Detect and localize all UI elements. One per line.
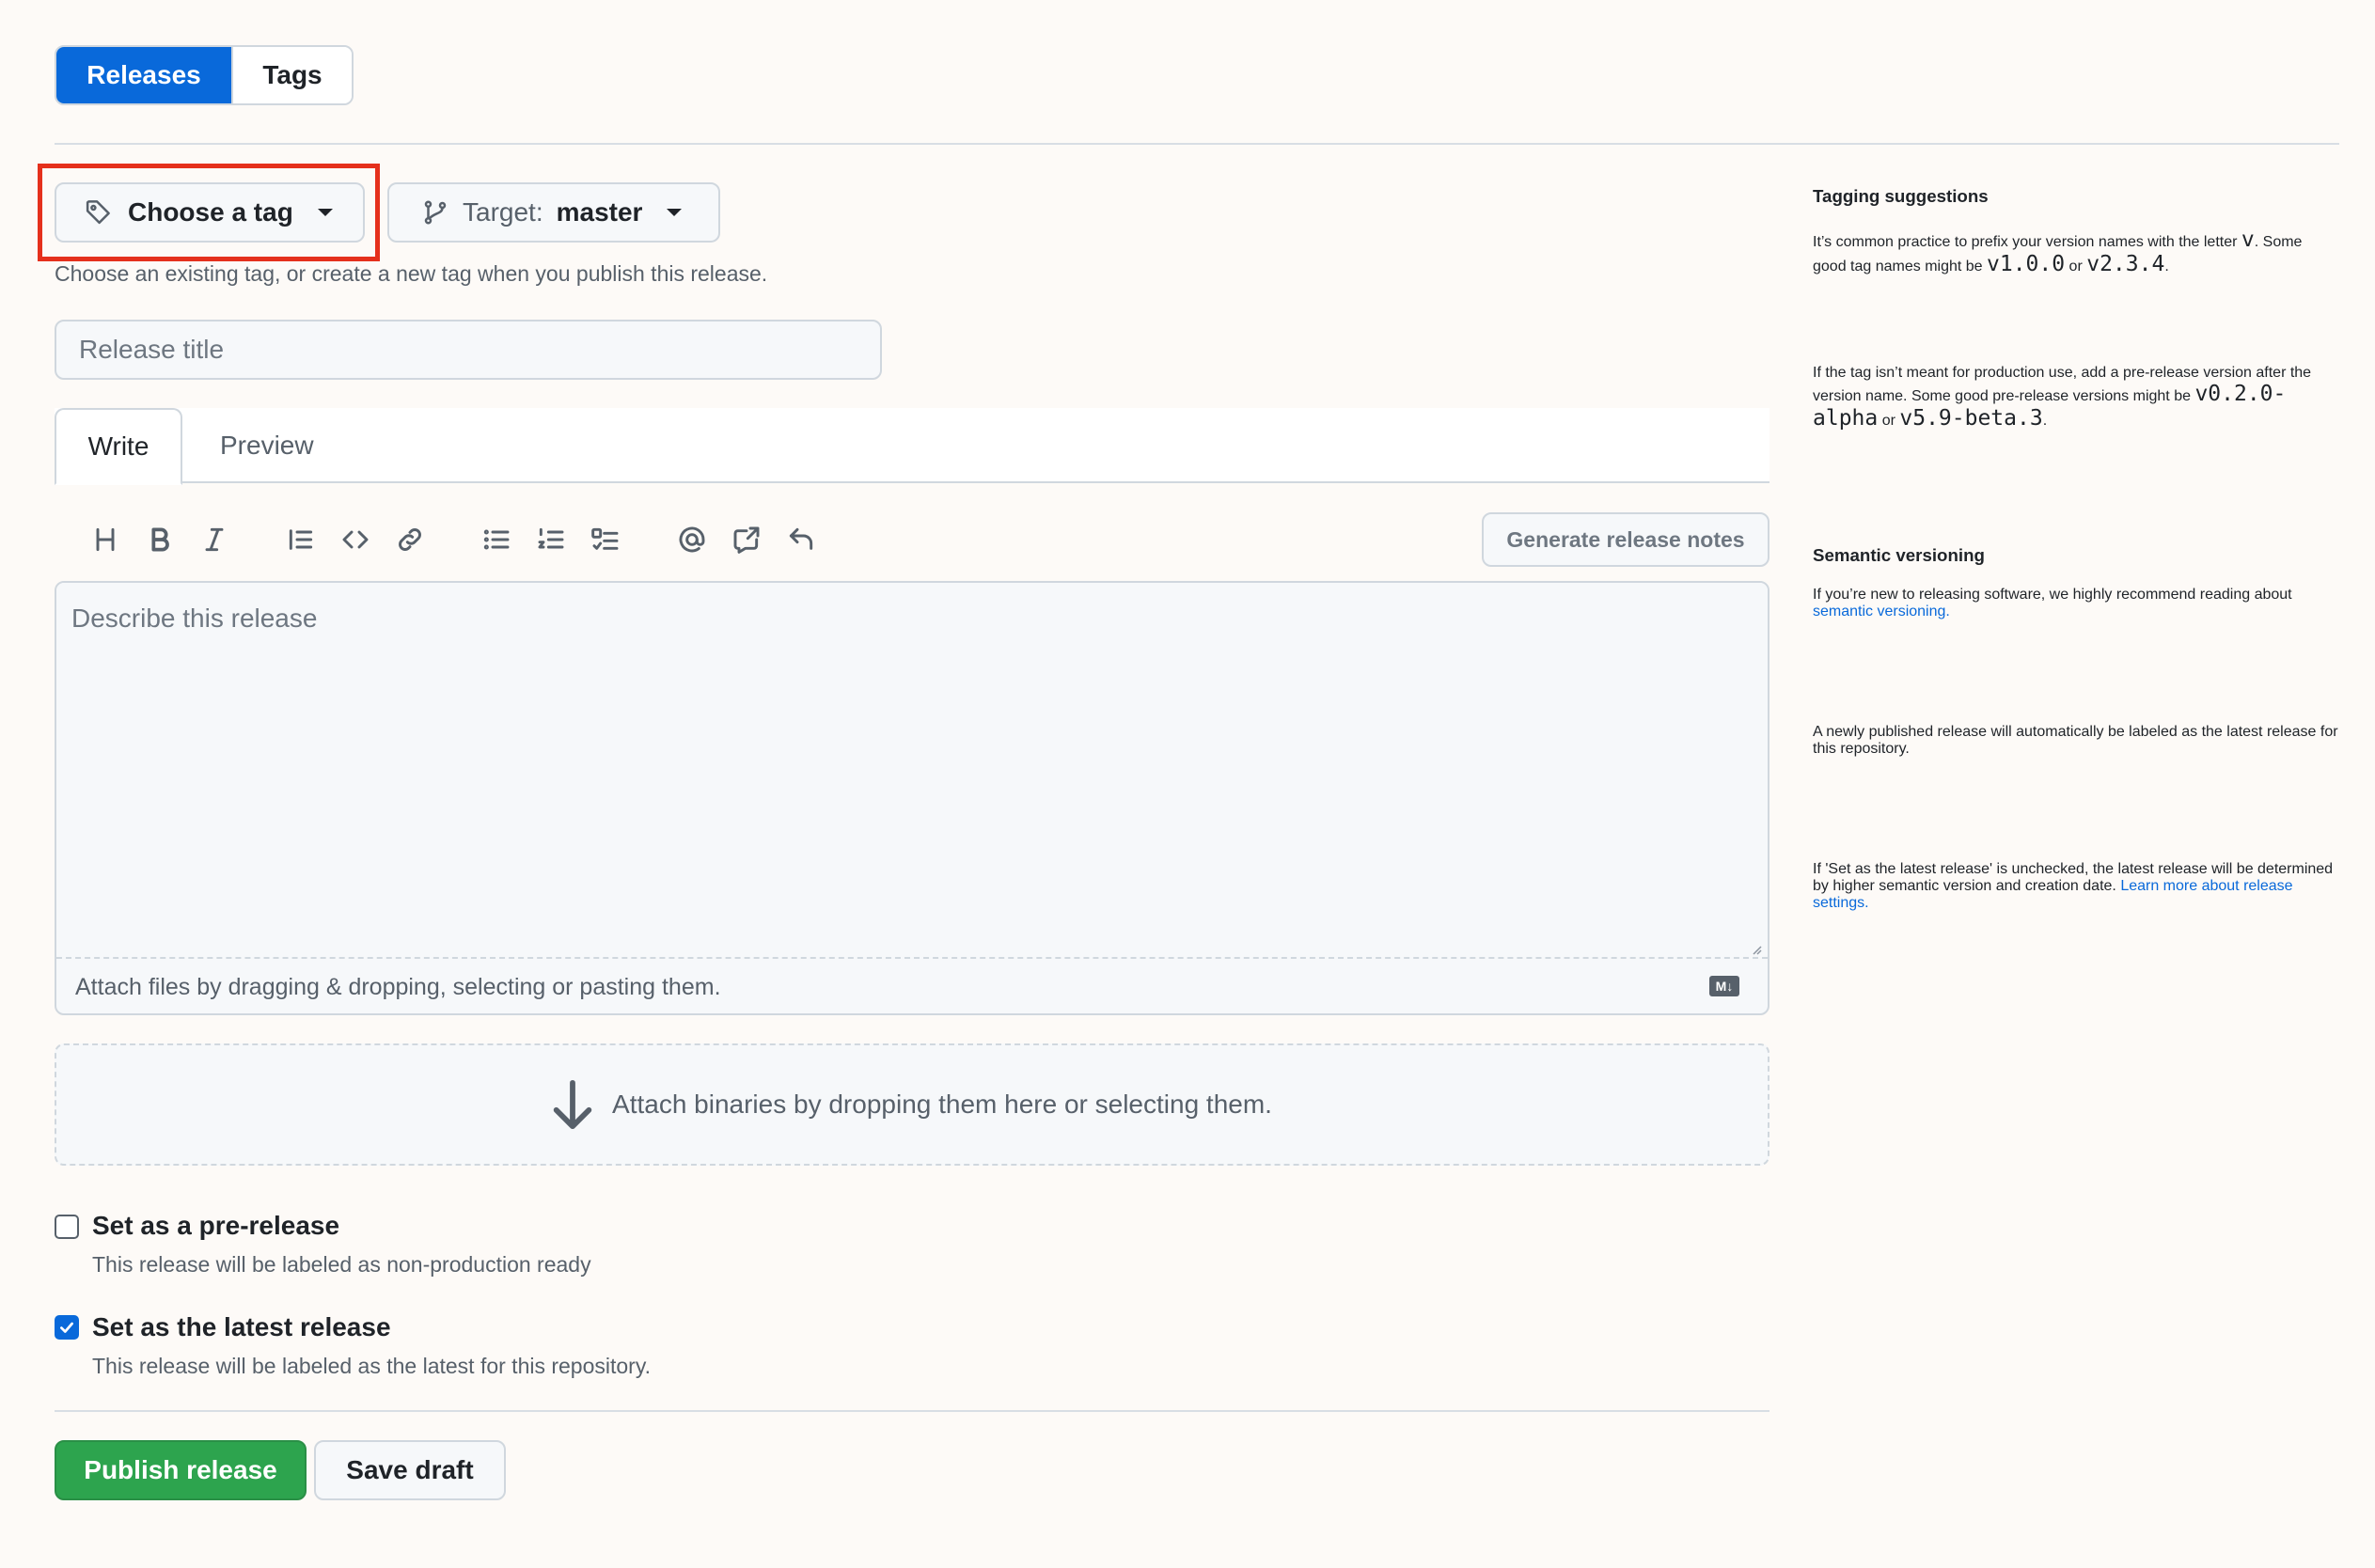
text: or: [1878, 413, 1900, 429]
latest-release-label[interactable]: Set as the latest release: [92, 1312, 391, 1342]
binaries-hint: Attach binaries by dropping them here or…: [612, 1090, 1272, 1119]
text: It’s common practice to prefix your vers…: [1813, 234, 2241, 250]
code-icon[interactable]: [331, 515, 380, 564]
binaries-dropzone[interactable]: Attach binaries by dropping them here or…: [55, 1043, 1769, 1166]
target-prefix: Target:: [463, 197, 543, 227]
generate-release-notes-button[interactable]: Generate release notes: [1482, 512, 1769, 567]
tagging-paragraph-1: It’s common practice to prefix your vers…: [1813, 227, 2339, 276]
reply-icon[interactable]: [777, 515, 826, 564]
checkmark-icon: [60, 1322, 73, 1333]
arrow-down-icon: [553, 1079, 592, 1130]
target-branch-button[interactable]: Target: master: [387, 182, 720, 243]
release-title-input[interactable]: [55, 320, 882, 380]
numbered-list-icon[interactable]: [527, 515, 575, 564]
branch-icon: [424, 200, 447, 225]
code-example: v2.3.4: [2086, 252, 2165, 276]
latest-release-description: This release will be labeled as the late…: [92, 1354, 652, 1378]
resize-handle-icon[interactable]: [1751, 944, 1762, 955]
code-example: v1.0.0: [1987, 252, 2066, 276]
heading-icon[interactable]: [81, 515, 130, 564]
italic-icon[interactable]: [190, 515, 239, 564]
tab-tags[interactable]: Tags: [231, 47, 352, 103]
annotation-highlight-box: [38, 164, 380, 261]
save-draft-button[interactable]: Save draft: [314, 1440, 506, 1500]
tab-write[interactable]: Write: [55, 408, 182, 485]
tag-hint: Choose an existing tag, or create a new …: [55, 261, 768, 286]
quote-icon[interactable]: [276, 515, 325, 564]
prerelease-label[interactable]: Set as a pre-release: [92, 1211, 339, 1241]
header-divider: [55, 143, 2339, 145]
attach-files-hint: Attach files by dragging & dropping, sel…: [75, 973, 721, 1000]
text: .: [2164, 259, 2169, 274]
release-description-editor: Attach files by dragging & dropping, sel…: [55, 581, 1769, 1015]
bold-icon[interactable]: [135, 515, 184, 564]
tagging-suggestions-title: Tagging suggestions: [1813, 186, 1989, 206]
semantic-versioning-title: Semantic versioning: [1813, 545, 1985, 565]
releases-tags-switch: Releases Tags: [55, 45, 354, 105]
target-branch: master: [556, 197, 643, 227]
markdown-toolbar: [81, 515, 831, 564]
bulleted-list-icon[interactable]: [472, 515, 521, 564]
link-icon[interactable]: [385, 515, 434, 564]
latest-release-checkbox[interactable]: [55, 1315, 79, 1340]
code-v: v: [2241, 227, 2255, 252]
text: or: [2065, 259, 2087, 274]
prerelease-description: This release will be labeled as non-prod…: [92, 1252, 591, 1277]
release-description-textarea[interactable]: [56, 583, 1768, 957]
semantic-versioning-link[interactable]: semantic versioning.: [1813, 604, 1950, 619]
attach-files-row[interactable]: Attach files by dragging & dropping, sel…: [56, 957, 1768, 1013]
semver-paragraph-1: If you’re new to releasing software, we …: [1813, 587, 2339, 620]
task-list-icon[interactable]: [581, 515, 630, 564]
markdown-icon: M↓: [1709, 976, 1739, 996]
semver-paragraph-3: If 'Set as the latest release' is unchec…: [1813, 861, 2339, 912]
text: .: [2042, 413, 2048, 429]
semver-paragraph-2: A newly published release will automatic…: [1813, 724, 2338, 757]
editor-tabbar: Write Preview: [55, 408, 1769, 485]
tab-preview[interactable]: Preview: [220, 408, 314, 483]
cross-reference-icon[interactable]: [722, 515, 771, 564]
code-example: v5.9-beta.3: [1899, 406, 2043, 431]
text: If you’re new to releasing software, we …: [1813, 587, 2292, 603]
chevron-down-icon: [667, 209, 683, 216]
tagging-paragraph-2: If the tag isn’t meant for production us…: [1813, 365, 2339, 431]
prerelease-checkbox[interactable]: [55, 1215, 79, 1239]
mention-icon[interactable]: [668, 515, 716, 564]
publish-release-button[interactable]: Publish release: [55, 1440, 307, 1500]
tab-releases[interactable]: Releases: [56, 47, 231, 103]
footer-divider: [55, 1410, 1769, 1412]
